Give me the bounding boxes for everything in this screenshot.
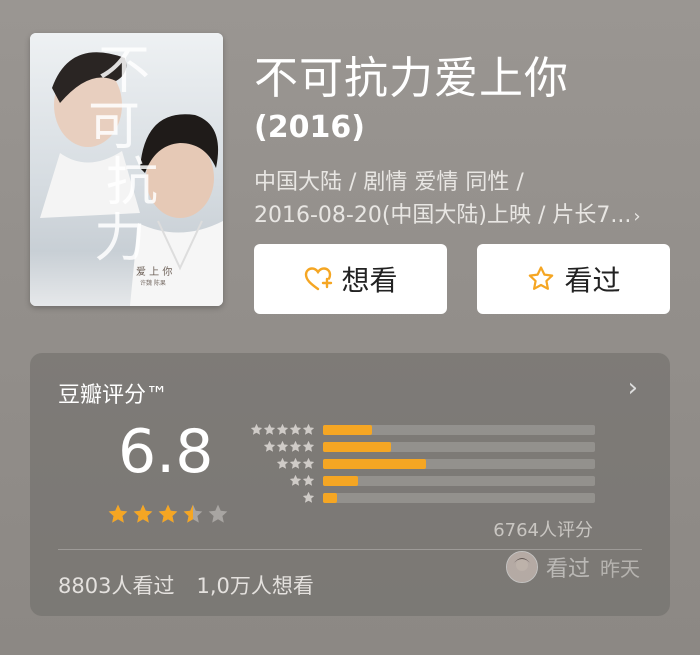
- avatar: [506, 551, 538, 583]
- friend-activity-label: 看过: [546, 557, 591, 582]
- rating-score: 6.8: [118, 417, 214, 487]
- meta-chevron-icon: ›: [633, 206, 641, 227]
- rating-bar-fill: [323, 475, 359, 486]
- poster-calligraphy: 不 可 抗 力: [88, 41, 168, 267]
- rating-bar-track: [323, 441, 595, 452]
- poster-char-1: 不: [98, 41, 151, 101]
- rating-card[interactable]: 豆瓣评分™ › 6.8 6764人评分 看过 昨天 8803人看过 1,0万人想看: [30, 353, 670, 616]
- rating-bar-fill: [323, 441, 391, 452]
- seen-count[interactable]: 8803人看过: [58, 574, 174, 598]
- rating-bar-row: [245, 438, 595, 455]
- poster-char-2: 可: [88, 97, 141, 157]
- rating-bar-stars: [245, 457, 315, 470]
- rating-title: 豆瓣评分™: [58, 383, 169, 408]
- score-stars: [107, 503, 229, 525]
- movie-year: (2016): [254, 110, 365, 145]
- small-star-icon: [302, 457, 315, 469]
- rating-bar-track: [323, 424, 595, 435]
- poster[interactable]: 不 可 抗 力 爱 上 你 许魏 陈果: [30, 33, 223, 306]
- want-to-watch-label: 想看: [341, 264, 398, 297]
- small-star-icon: [289, 440, 302, 452]
- rating-bar-track: [323, 458, 595, 469]
- small-star-icon: [302, 491, 315, 503]
- poster-char-4: 力: [94, 209, 147, 269]
- want-count[interactable]: 1,0万人想看: [196, 574, 313, 598]
- audience-counts: 8803人看过 1,0万人想看: [58, 570, 314, 600]
- movie-title: 不可抗力爱上你: [254, 53, 569, 104]
- rating-bar-fill: [323, 458, 427, 469]
- score-star-icon: [183, 504, 203, 523]
- small-star-icon: [289, 457, 302, 469]
- poster-credits: 许魏 陈果: [140, 280, 166, 287]
- rating-bar-row: [245, 489, 595, 506]
- star-outline-icon: [526, 264, 556, 294]
- rating-bar-fill: [323, 424, 372, 435]
- watched-button[interactable]: 看过: [477, 244, 670, 314]
- rating-bar-track: [323, 492, 595, 503]
- rating-bar-fill: [323, 492, 337, 503]
- small-star-icon: [289, 423, 302, 435]
- small-star-icon: [302, 423, 315, 435]
- small-star-icon: [276, 423, 289, 435]
- meta-line-2-row: 2016-08-20(中国大陆)上映 / 片长7... ›: [254, 199, 674, 233]
- rating-chevron-icon[interactable]: ›: [628, 373, 638, 403]
- watched-label: 看过: [564, 264, 621, 297]
- rating-bar-track: [323, 475, 595, 486]
- small-star-icon: [289, 474, 302, 486]
- rating-distribution: [245, 421, 595, 506]
- small-star-icon: [276, 457, 289, 469]
- score-star-icon: [133, 504, 153, 523]
- poster-subtitle: 爱 上 你: [136, 267, 173, 278]
- rating-bar-row: [245, 421, 595, 438]
- rating-bar-row: [245, 472, 595, 489]
- friend-activity[interactable]: 看过 昨天: [506, 551, 640, 583]
- small-star-icon: [276, 440, 289, 452]
- small-star-icon: [263, 440, 276, 452]
- rating-bar-row: [245, 455, 595, 472]
- score-star-icon: [158, 504, 178, 523]
- small-star-icon: [302, 440, 315, 452]
- small-star-icon: [250, 423, 263, 435]
- score-star-icon: [108, 504, 128, 523]
- want-to-watch-button[interactable]: 想看: [254, 244, 447, 314]
- meta-line-2: 2016-08-20(中国大陆)上映 / 片长7...: [254, 203, 632, 228]
- rating-bar-stars: [245, 474, 315, 487]
- rating-bar-stars: [245, 440, 315, 453]
- movie-meta[interactable]: 中国大陆 / 剧情 爱情 同性 / 2016-08-20(中国大陆)上映 / 片…: [254, 166, 674, 233]
- divider: [58, 549, 642, 550]
- rating-bar-stars: [245, 423, 315, 436]
- poster-char-3: 抗: [106, 153, 159, 213]
- rating-bar-stars: [245, 491, 315, 504]
- meta-line-1: 中国大陆 / 剧情 爱情 同性 /: [254, 170, 524, 195]
- small-star-icon: [263, 423, 276, 435]
- rating-count: 6764人评分: [493, 520, 593, 541]
- score-star-icon: [208, 504, 228, 523]
- heart-plus-icon: [303, 264, 333, 294]
- friend-activity-time: 昨天: [600, 556, 641, 581]
- small-star-icon: [302, 474, 315, 486]
